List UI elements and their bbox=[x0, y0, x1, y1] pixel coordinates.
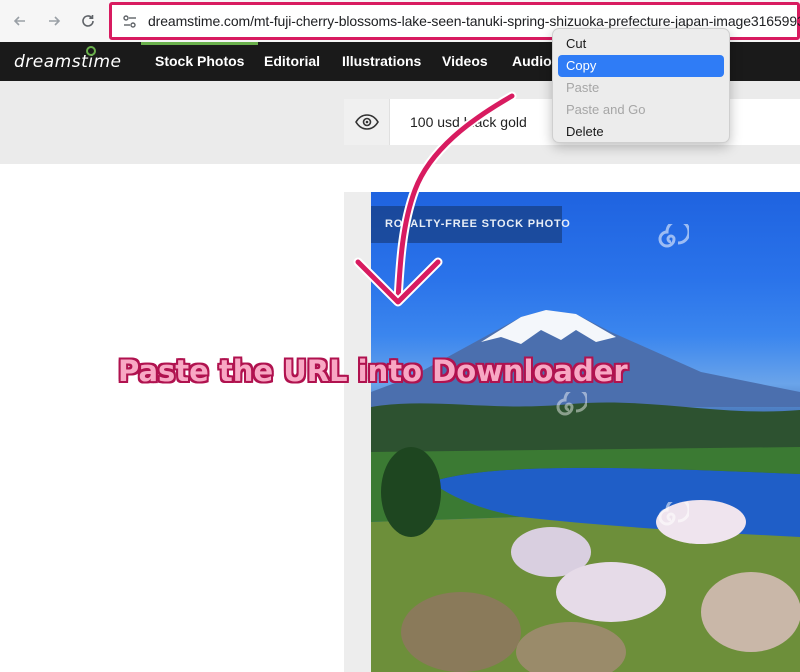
arrow-left-icon bbox=[13, 16, 25, 26]
watermark-swirl-icon bbox=[658, 502, 689, 526]
instruction-caption: Paste the URL into Downloader bbox=[118, 354, 628, 388]
reload-button[interactable] bbox=[76, 9, 100, 33]
arrow-right-icon bbox=[49, 16, 61, 26]
watermark-swirl-icon bbox=[556, 392, 587, 416]
menu-item-paste-and-go[interactable]: Paste and Go bbox=[558, 99, 724, 121]
mount-fuji-illustration bbox=[371, 310, 800, 672]
watermark-swirl-icon bbox=[658, 224, 689, 248]
site-logo[interactable]: dreamstime bbox=[14, 52, 121, 72]
screenshot: dreamstime.com/mt-fuji-cherry-blossoms-l… bbox=[0, 0, 800, 672]
nav-tab-illustrations[interactable]: Illustrations bbox=[328, 42, 435, 81]
search-query[interactable]: 100 usd black gold bbox=[410, 114, 527, 130]
menu-item-delete[interactable]: Delete bbox=[558, 121, 724, 143]
menu-item-copy[interactable]: Copy bbox=[558, 55, 724, 77]
url-text[interactable]: dreamstime.com/mt-fuji-cherry-blossoms-l… bbox=[148, 13, 800, 29]
reload-icon bbox=[82, 15, 94, 27]
forward-button[interactable] bbox=[42, 9, 66, 33]
menu-item-paste[interactable]: Paste bbox=[558, 77, 724, 99]
stock-photo[interactable]: ROYALTY-FREE STOCK PHOTO bbox=[371, 192, 800, 672]
nav-tab-editorial[interactable]: Editorial bbox=[250, 42, 334, 81]
gallery-gutter bbox=[344, 192, 371, 672]
eye-icon bbox=[354, 114, 379, 130]
menu-item-cut[interactable]: Cut bbox=[558, 33, 724, 55]
tune-icon[interactable] bbox=[121, 13, 139, 31]
logo-swirl-icon bbox=[86, 46, 96, 56]
royalty-free-badge: ROYALTY-FREE STOCK PHOTO bbox=[371, 206, 570, 243]
back-button[interactable] bbox=[8, 9, 32, 33]
nav-tab-videos[interactable]: Videos bbox=[428, 42, 502, 81]
nav-tab-stock-photos[interactable]: Stock Photos bbox=[141, 42, 259, 81]
context-menu: Cut Copy Paste Paste and Go Delete bbox=[552, 28, 730, 143]
search-mode-button[interactable] bbox=[344, 99, 390, 145]
